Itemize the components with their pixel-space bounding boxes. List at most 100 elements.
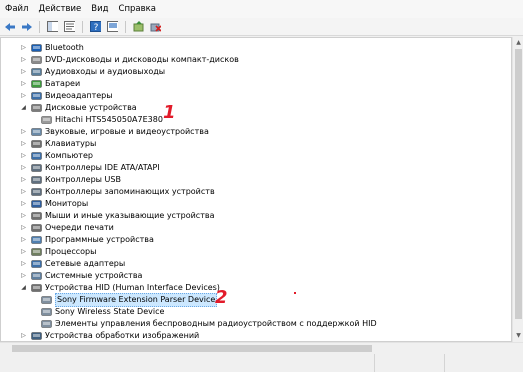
horizontal-scrollbar[interactable] — [0, 342, 523, 354]
show-hide-console-tree-icon[interactable] — [46, 20, 59, 33]
expand-arrow-icon[interactable]: ▷ — [19, 138, 28, 150]
expand-arrow-icon[interactable]: ▷ — [19, 330, 28, 341]
tree-item[interactable]: Элементы управления беспроводным радиоус… — [29, 318, 377, 330]
tree-item[interactable]: ▷ Процессоры — [19, 246, 96, 258]
expand-arrow-icon[interactable]: ▷ — [19, 270, 28, 282]
tree-item[interactable]: ▷ Аудиовходы и аудиовыходы — [19, 66, 165, 78]
tree-item[interactable]: ▷ Bluetooth — [19, 42, 84, 54]
expand-arrow-icon[interactable]: ▷ — [19, 246, 28, 258]
tree-item[interactable]: ▷ DVD-дисководы и дисководы компакт-диско… — [19, 54, 239, 66]
status-bar — [0, 354, 523, 372]
tree-item[interactable]: ▷ Компьютер — [19, 150, 93, 162]
scroll-thumb[interactable] — [515, 49, 522, 319]
tree-item[interactable]: Hitachi HTS545050A7E380 — [29, 114, 163, 126]
tree-item[interactable]: ▷ Контроллеры запоминающих устройств — [19, 186, 215, 198]
tree-item-label: Мыши и иные указывающие устройства — [45, 211, 215, 220]
tree-item-label: Аудиовходы и аудиовыходы — [45, 67, 166, 76]
disk-drive-icon — [31, 103, 42, 113]
storage-controller-icon — [31, 187, 42, 197]
expand-arrow-icon[interactable]: ▷ — [19, 126, 28, 138]
tree-item[interactable]: ▷ Клавиатуры — [19, 138, 96, 150]
menu-view[interactable]: Вид — [86, 0, 113, 18]
tree-item[interactable]: ▷ Звуковые, игровые и видеоустройства — [19, 126, 209, 138]
expand-arrow-icon[interactable]: ▷ — [19, 186, 28, 198]
tree-item[interactable]: ▷ Контроллеры IDE ATA/ATAPI — [19, 162, 160, 174]
expand-arrow-icon[interactable]: ▷ — [19, 162, 28, 174]
horizontal-scroll-thumb[interactable] — [12, 345, 372, 352]
tree-item[interactable]: ▷ Программные устройства — [19, 234, 154, 246]
properties-icon[interactable] — [63, 20, 76, 33]
expand-arrow-icon[interactable]: ▷ — [19, 150, 28, 162]
hid-icon — [31, 283, 42, 293]
collapse-arrow-icon[interactable]: ◢ — [19, 282, 28, 294]
tree-item-label: Процессоры — [45, 247, 97, 256]
forward-arrow-icon[interactable] — [20, 20, 33, 33]
imaging-device-icon — [31, 331, 42, 341]
annotation-1: 1 — [163, 102, 176, 123]
uninstall-icon[interactable] — [149, 20, 162, 33]
usb-controller-icon — [31, 175, 42, 185]
menu-help[interactable]: Справка — [114, 0, 161, 18]
dvd-drive-icon — [31, 55, 42, 65]
scroll-down-arrow-icon[interactable]: ▼ — [514, 331, 523, 341]
tree-item-label: Программные устройства — [45, 235, 154, 244]
expand-arrow-icon[interactable]: ▷ — [19, 222, 28, 234]
tree-item[interactable]: ▷ Мыши и иные указывающие устройства — [19, 210, 214, 222]
keyboard-icon — [31, 139, 42, 149]
tree-item[interactable]: ▷ Сетевые адаптеры — [19, 258, 125, 270]
vertical-scrollbar[interactable]: ▲ ▼ — [512, 37, 523, 342]
device-manager-view-icon[interactable] — [106, 20, 119, 33]
tree-item-label: Контроллеры запоминающих устройств — [45, 187, 215, 196]
tree-item-label: DVD-дисководы и дисководы компакт-дисков — [45, 55, 239, 64]
toolbar-separator — [125, 20, 126, 33]
scroll-up-arrow-icon[interactable]: ▲ — [514, 38, 523, 48]
expand-arrow-icon[interactable]: ▷ — [19, 174, 28, 186]
processor-icon — [31, 247, 42, 257]
tree-item-label: Сетевые адаптеры — [45, 259, 126, 268]
tree-item-label: Контроллеры USB — [45, 175, 121, 184]
expand-arrow-icon[interactable]: ▷ — [19, 78, 28, 90]
tree-item-label: Hitachi HTS545050A7E380 — [55, 115, 163, 124]
tree-item[interactable]: ▷ Очереди печати — [19, 222, 114, 234]
tree-item[interactable]: ▷ Системные устройства — [19, 270, 142, 282]
network-adapter-icon — [31, 259, 42, 269]
expand-arrow-icon[interactable]: ▷ — [19, 66, 28, 78]
expand-arrow-icon[interactable]: ▷ — [19, 198, 28, 210]
tree-item-label: Системные устройства — [45, 271, 143, 280]
expand-arrow-icon[interactable]: ▷ — [19, 258, 28, 270]
expand-arrow-icon[interactable]: ▷ — [19, 90, 28, 102]
device-tree[interactable]: ▷ Bluetooth ▷ DVD-дисководы и дисководы ком… — [0, 37, 512, 342]
toolbar-separator — [82, 20, 83, 33]
tree-item[interactable]: ◢ Дисковые устройства — [19, 102, 137, 114]
status-cell — [0, 354, 375, 372]
expand-arrow-icon[interactable]: ▷ — [19, 234, 28, 246]
update-driver-icon[interactable] — [132, 20, 145, 33]
expand-arrow-icon[interactable]: ▷ — [19, 54, 28, 66]
tree-item-label: Очереди печати — [45, 223, 114, 232]
toolbar: ? — [0, 18, 523, 36]
tree-item[interactable]: Sony Firmware Extension Parser Device — [29, 293, 218, 307]
computer-icon — [31, 151, 42, 161]
tree-item[interactable]: ▷ Мониторы — [19, 198, 88, 210]
collapse-arrow-icon[interactable]: ◢ — [19, 102, 28, 114]
tree-item[interactable]: ▷ Видеоадаптеры — [19, 90, 112, 102]
tree-item-label: Bluetooth — [45, 43, 84, 52]
system-device-icon — [31, 271, 42, 281]
tree-item[interactable]: Sony Wireless State Device — [29, 306, 164, 318]
tree-item[interactable]: ▷ Устройства обработки изображений — [19, 330, 199, 341]
tree-item[interactable]: ▷ Контроллеры USB — [19, 174, 121, 186]
status-cell — [375, 354, 445, 372]
battery-icon — [31, 79, 42, 89]
annotation-2: 2 — [215, 287, 228, 308]
expand-arrow-icon[interactable]: ▷ — [19, 210, 28, 222]
tree-item[interactable]: ▷ Батареи — [19, 78, 80, 90]
tree-item-label: Sony Wireless State Device — [55, 307, 165, 316]
expand-arrow-icon[interactable]: ▷ — [19, 42, 28, 54]
tree-item-label: Sony Firmware Extension Parser Device — [55, 293, 218, 307]
back-arrow-icon[interactable] — [3, 20, 16, 33]
status-cell — [445, 354, 523, 372]
menu-file[interactable]: Файл — [0, 0, 33, 18]
menu-action[interactable]: Действие — [33, 0, 86, 18]
help-icon[interactable]: ? — [89, 20, 102, 33]
audio-icon — [31, 67, 42, 77]
